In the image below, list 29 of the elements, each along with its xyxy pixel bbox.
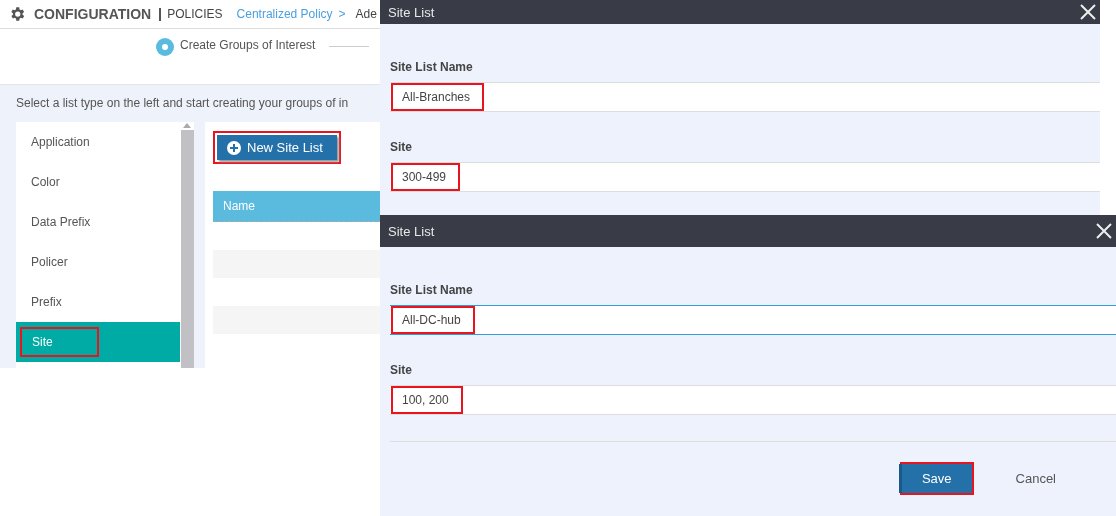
close-icon[interactable] — [1080, 4, 1096, 20]
cancel-button[interactable]: Cancel — [1003, 464, 1068, 493]
field-label: Site List Name — [390, 283, 474, 297]
plus-icon — [227, 140, 241, 155]
dialog-title: Site List — [388, 4, 435, 20]
list-type-item[interactable]: Prefix — [16, 282, 180, 322]
field-label: Site — [390, 140, 413, 154]
text-field[interactable]: 300-499 — [390, 162, 1100, 192]
breadcrumb-separator: > — [338, 7, 346, 21]
save-button[interactable]: Save — [901, 464, 972, 493]
text-field[interactable]: 100, 200 — [390, 385, 1116, 415]
section-title: POLICIES — [167, 7, 223, 21]
list-type-item[interactable]: Data Prefix — [16, 202, 180, 242]
page-title: CONFIGURATION — [34, 6, 152, 22]
step-label: Create Groups of Interest — [180, 38, 316, 52]
list-type-item[interactable]: Color — [16, 162, 180, 202]
close-icon[interactable] — [1096, 223, 1112, 239]
dialog-title: Site List — [388, 223, 435, 239]
field-label: Site List Name — [390, 60, 474, 74]
list-type-item[interactable]: Policer — [16, 242, 180, 282]
list-type-item[interactable]: Application — [16, 122, 180, 162]
field-label: Site — [390, 363, 413, 377]
new-site-list-button[interactable]: New Site List — [217, 135, 337, 160]
text-field[interactable]: All-DC-hub — [390, 305, 1116, 335]
breadcrumb-current: Ade — [355, 7, 377, 21]
instruction-text: Select a list type on the left and start creating your groups of in — [16, 96, 349, 110]
title-divider — [159, 7, 162, 21]
text-field[interactable]: All-Branches — [390, 82, 1100, 112]
scrollbar-thumb[interactable] — [180, 130, 194, 368]
